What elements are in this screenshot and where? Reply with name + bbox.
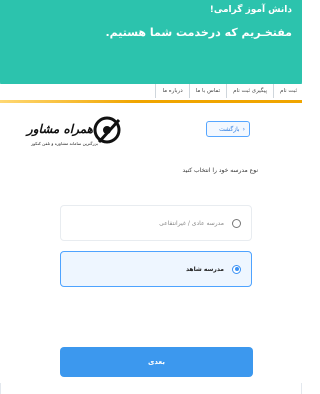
- option-label: مدرسه شاهد: [185, 265, 224, 273]
- option-label: مدرسه عادی / غیرانتفاعی: [159, 219, 224, 227]
- option-shahed-school[interactable]: مدرسه شاهد: [60, 251, 252, 287]
- welcome-text: مفتخـریم که درخدمت شما هستیم.: [105, 26, 292, 39]
- logo-subtitle: بزرگترین سامانه مشاوره و تلفن کنکور: [30, 141, 98, 146]
- radio-regular-school[interactable]: [232, 218, 241, 228]
- welcome-header: دانش آموز گرامی! مفتخـریم که درخدمت شما …: [0, 0, 302, 88]
- next-button[interactable]: بعدی: [60, 347, 253, 377]
- logo: همراه مشاور بزرگترین سامانه مشاوره و تلف…: [25, 116, 121, 146]
- logo-emblem-icon: [93, 116, 121, 144]
- tab-contact[interactable]: تماس با ما: [188, 84, 226, 98]
- back-label: بازگشت: [219, 125, 240, 133]
- radio-shahed-school[interactable]: [232, 264, 241, 274]
- logo-title: همراه مشاور: [25, 122, 94, 137]
- greeting-text: دانش آموز گرامی!: [209, 5, 292, 15]
- option-regular-school[interactable]: مدرسه عادی / غیرانتفاعی: [60, 205, 252, 241]
- tab-track-registration[interactable]: پیگیری ثبت نام: [226, 84, 273, 98]
- tab-about[interactable]: درباره ما: [155, 84, 188, 98]
- chevron-right-icon: ‹: [242, 125, 245, 133]
- back-button[interactable]: ‹ بازگشت: [206, 121, 250, 137]
- tab-register[interactable]: ثبت نام: [273, 84, 300, 98]
- school-type-prompt: نوع مدرسه خود را انتخاب کنید: [182, 167, 258, 174]
